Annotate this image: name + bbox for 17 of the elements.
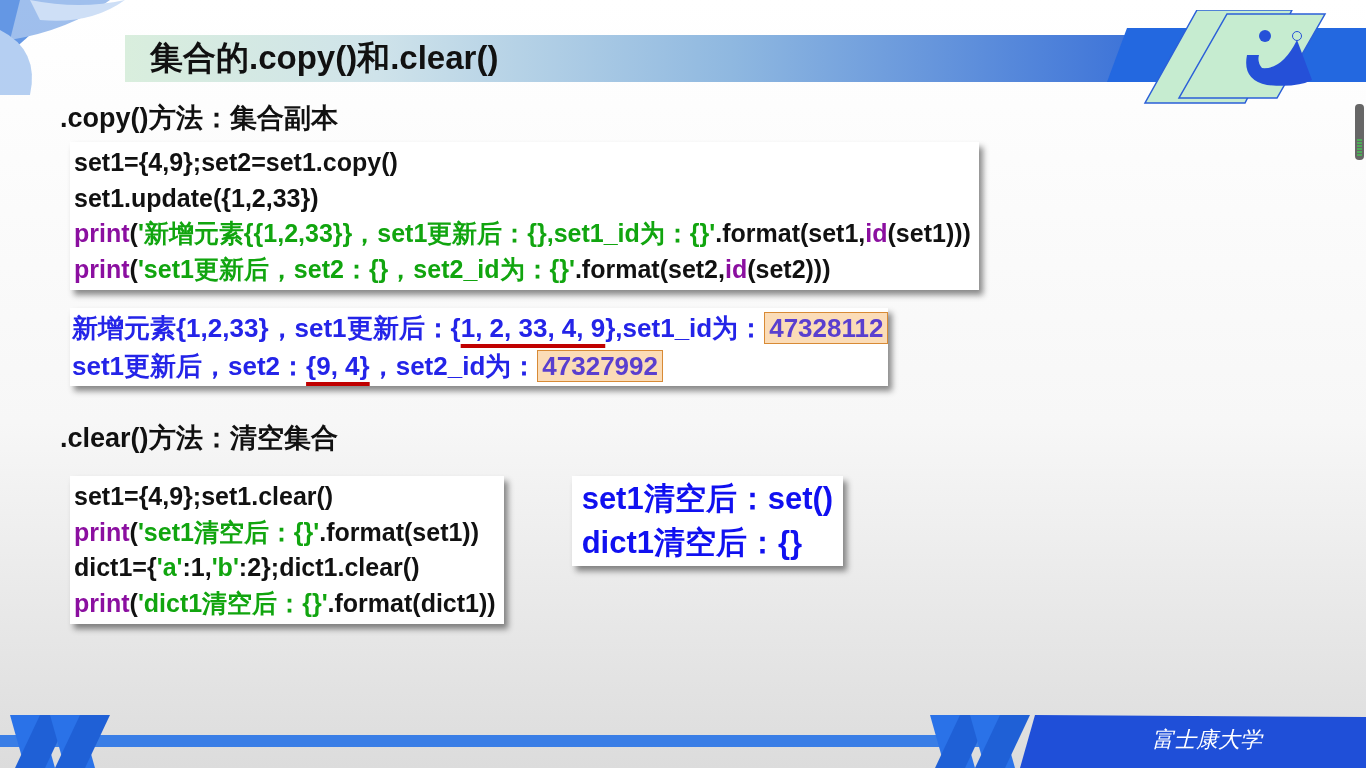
code-line: set1.update({1,2,33}) xyxy=(74,182,320,214)
output-line: set1清空后：set() xyxy=(581,480,834,518)
code-line: print('set1清空后：{}'.format(set1)) xyxy=(74,516,480,548)
brand-name: 富士康大学 xyxy=(1152,726,1262,754)
output-line: set1更新后，set2：{9, 4}，set2_id为： 47327992 xyxy=(72,347,889,385)
code-line: dict1={'a':1,'b':2};dict1.clear() xyxy=(74,552,421,583)
code-line: print('新增元素{{1,2,33}}，set1更新后：{},set1_id为：{}'.format(set1,id(set1))) xyxy=(74,218,971,249)
output-line: 新增元素{1,2,33}，set1更新后：{1, 2, 33, 4, 9},set1_id为： 47328112 xyxy=(72,309,889,347)
code-line: print('dict1清空后：{}'.format(dict1)) xyxy=(74,587,496,619)
slide-title: 集合的.copy()和.clear() xyxy=(150,38,499,78)
code-line: set1={4,9};set1.clear() xyxy=(74,481,335,512)
section-heading: .copy()方法：集合副本 xyxy=(60,102,338,135)
code-line: print('set1更新后，set2：{}，set2_id为：{}'.format(set2,id(set2))) xyxy=(74,253,832,285)
scrollbar[interactable] xyxy=(1355,104,1364,160)
code-line: set1={4,9};set2=set1.copy() xyxy=(74,147,399,178)
section-heading: .clear()方法：清空集合 xyxy=(60,422,338,455)
output-line: dict1清空后：{} xyxy=(581,524,804,562)
